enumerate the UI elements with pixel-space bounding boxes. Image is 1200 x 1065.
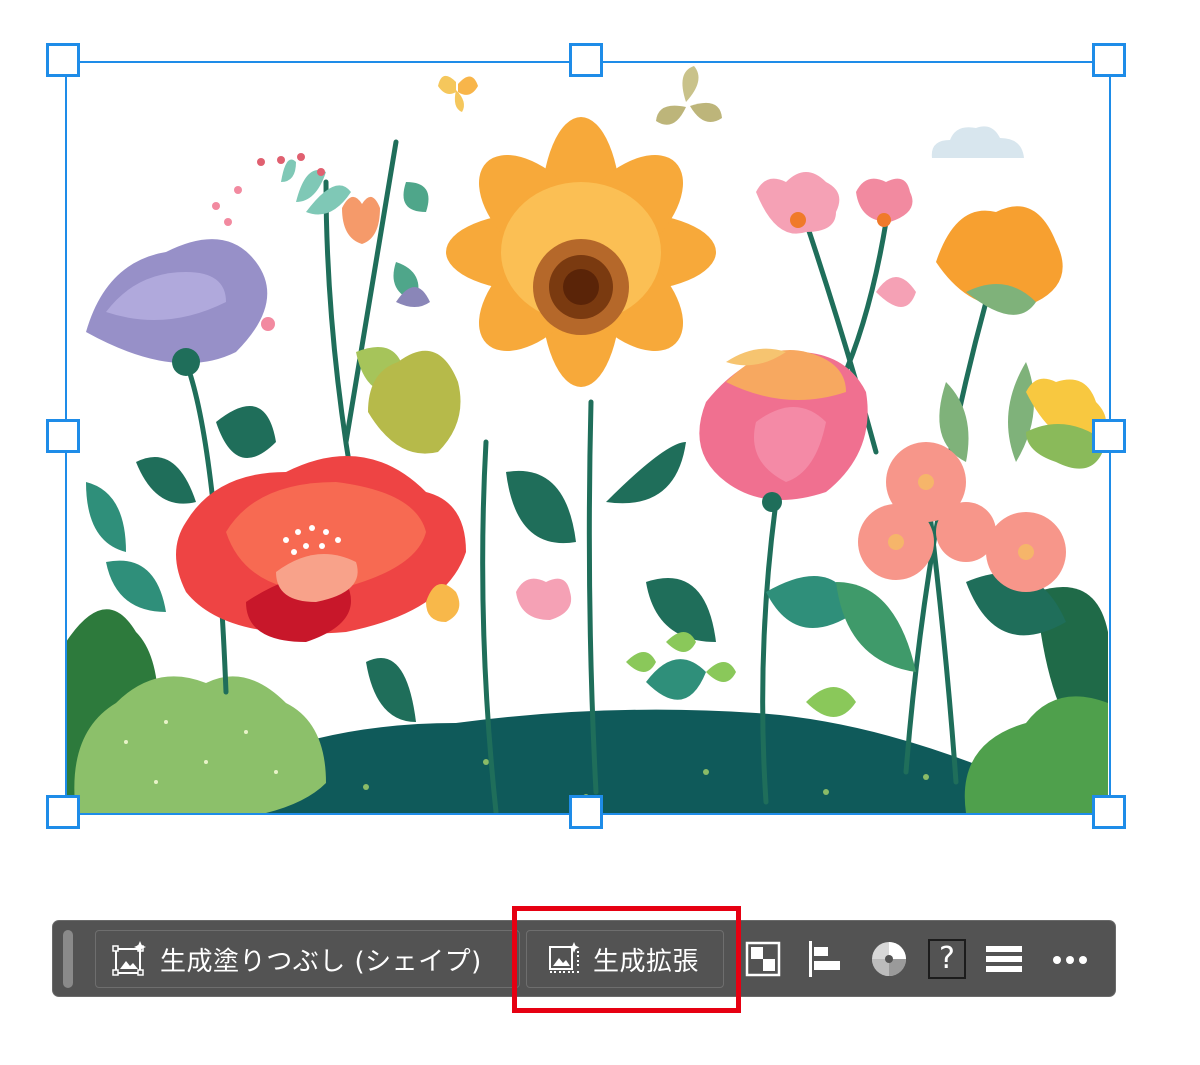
resize-handle-bottom-right[interactable] [1092, 795, 1126, 829]
sunflower [446, 117, 716, 387]
generative-fill-icon [112, 941, 146, 976]
properties-menu-icon[interactable] [983, 938, 1025, 980]
resize-handle-top-right[interactable] [1092, 43, 1126, 77]
generative-expand-button[interactable]: 生成拡張 [526, 930, 724, 988]
help-glyph: ? [939, 941, 955, 976]
red-peony [176, 456, 466, 642]
teal-umbrella-flower [257, 153, 351, 215]
taskbar-drag-handle[interactable] [63, 930, 73, 988]
arrange-icon[interactable] [742, 938, 784, 980]
generative-fill-label: 生成塗りつぶし (シェイプ) [160, 946, 482, 977]
generative-fill-shape-button[interactable]: 生成塗りつぶし (シェイプ) [95, 930, 520, 988]
flower-garden-artwork[interactable] [66, 62, 1108, 813]
generative-expand-label: 生成拡張 [593, 946, 700, 977]
color-wheel-icon[interactable] [868, 938, 910, 980]
pink-flower-lower [516, 578, 572, 620]
more-options-icon[interactable] [1049, 938, 1091, 980]
cloud [931, 126, 1024, 158]
pink-lotus [699, 348, 868, 512]
bush-right-light [964, 696, 1108, 813]
contextual-task-bar: 生成塗りつぶし (シェイプ) 生成拡張 ? [52, 920, 1116, 997]
resize-handle-bottom[interactable] [569, 795, 603, 829]
align-left-icon[interactable] [805, 938, 847, 980]
generative-expand-icon [549, 942, 580, 973]
purple-flower [86, 239, 268, 376]
orange-tulip-small [342, 196, 380, 244]
butterfly-yellow [438, 75, 478, 112]
resize-handle-top-left[interactable] [46, 43, 80, 77]
flower-illustration [66, 66, 1108, 813]
canvas-stage: 生成塗りつぶし (シェイプ) 生成拡張 ? [0, 0, 1200, 1065]
resize-handle-right[interactable] [1092, 419, 1126, 453]
leaf-olive-top [656, 66, 722, 125]
pink-flowers-top-right [756, 172, 916, 307]
resize-handle-top[interactable] [569, 43, 603, 77]
resize-handle-bottom-left[interactable] [46, 795, 80, 829]
help-icon[interactable]: ? [928, 939, 966, 979]
salmon-daisies [858, 442, 1066, 592]
resize-handle-left[interactable] [46, 419, 80, 453]
orange-flower-right [936, 206, 1063, 315]
